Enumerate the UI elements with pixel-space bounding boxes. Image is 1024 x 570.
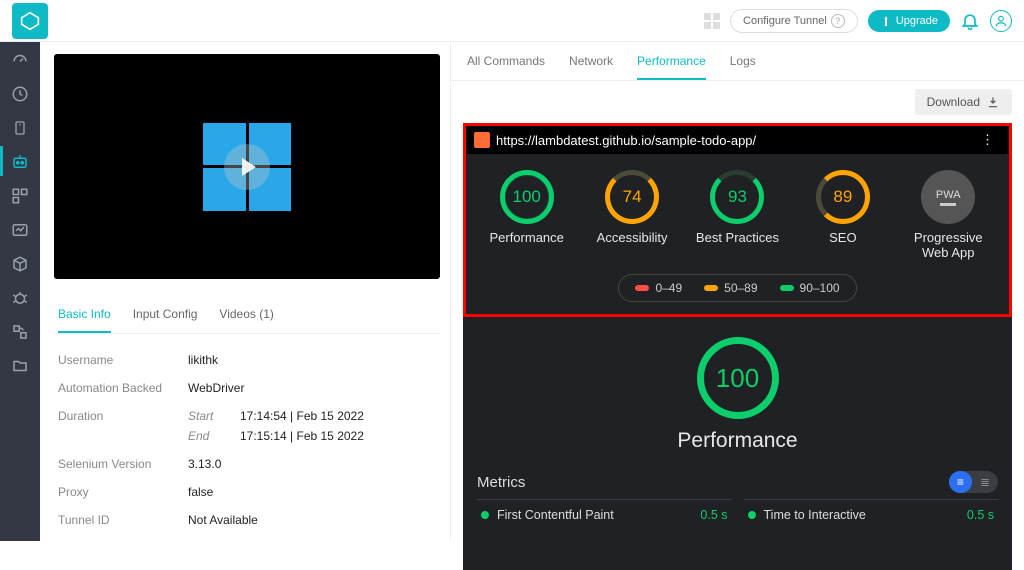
big-performance-score: 100 — [697, 337, 779, 419]
metric-tti: Time to Interactive 0.5 s — [744, 499, 999, 530]
more-menu-icon[interactable]: ⋮ — [975, 132, 1001, 148]
configure-tunnel-label: Configure Tunnel — [743, 15, 827, 27]
metric-tti-name: Time to Interactive — [764, 508, 866, 522]
analytics-icon[interactable] — [10, 220, 30, 240]
username-label: Username — [58, 353, 188, 367]
legend-green-icon — [780, 285, 794, 291]
duration-label: Duration — [58, 409, 188, 443]
report-url: https://lambdatest.github.io/sample-todo… — [496, 133, 756, 148]
tunnel-value: Not Available — [188, 513, 258, 527]
help-icon: ? — [831, 14, 845, 28]
accessibility-score: 74 — [605, 170, 659, 224]
upgrade-icon — [880, 15, 892, 27]
automation-icon[interactable] — [10, 152, 30, 172]
bug-icon[interactable] — [10, 288, 30, 308]
package-icon[interactable] — [10, 254, 30, 274]
performance-section: 100 Performance — [463, 337, 1012, 453]
status-dot-icon — [748, 511, 756, 519]
test-details-pane: Basic Info Input Config Videos (1) Usern… — [40, 42, 450, 541]
end-value: 17:15:14 | Feb 15 2022 — [240, 429, 364, 443]
play-button[interactable] — [224, 144, 270, 190]
metric-fcp-name: First Contentful Paint — [497, 508, 614, 522]
tab-videos[interactable]: Videos (1) — [219, 297, 273, 333]
selenium-label: Selenium Version — [58, 457, 188, 471]
upgrade-label: Upgrade — [896, 15, 938, 27]
tab-basic-info[interactable]: Basic Info — [58, 297, 111, 333]
gauge-pwa[interactable]: PWA Progressive Web App — [903, 170, 993, 260]
tab-logs[interactable]: Logs — [730, 54, 756, 80]
status-dot-icon — [481, 511, 489, 519]
download-label: Download — [927, 95, 980, 109]
report-pane: All Commands Network Performance Logs Do… — [450, 42, 1024, 541]
tab-performance[interactable]: Performance — [637, 54, 706, 80]
big-performance-label: Performance — [677, 429, 797, 453]
video-player[interactable] — [54, 54, 440, 279]
proxy-value: false — [188, 485, 213, 499]
score-legend: 0–49 50–89 90–100 — [618, 274, 856, 302]
gauge-accessibility[interactable]: 74 Accessibility — [587, 170, 677, 245]
selenium-value: 3.13.0 — [188, 457, 221, 471]
view-compact-icon[interactable]: ≡ — [949, 471, 972, 493]
metric-fcp-value: 0.5 s — [700, 508, 727, 522]
integrations-icon[interactable] — [10, 322, 30, 342]
play-icon — [242, 158, 256, 176]
best-practices-label: Best Practices — [696, 230, 779, 245]
start-value: 17:14:54 | Feb 15 2022 — [240, 409, 364, 423]
brand-logo[interactable] — [12, 3, 48, 39]
tunnel-label: Tunnel ID — [58, 513, 188, 527]
gauge-performance[interactable]: 100 Performance — [482, 170, 572, 245]
files-icon[interactable] — [10, 356, 30, 376]
gauge-seo[interactable]: 89 SEO — [798, 170, 888, 245]
metrics-heading: Metrics — [477, 474, 525, 491]
device-icon[interactable] — [10, 118, 30, 138]
username-value: likithk — [188, 353, 218, 367]
history-icon[interactable] — [10, 84, 30, 104]
report-url-bar: https://lambdatest.github.io/sample-todo… — [463, 123, 1012, 154]
builds-icon[interactable] — [10, 186, 30, 206]
view-expanded-icon[interactable]: ≣ — [972, 471, 998, 493]
metric-fcp: First Contentful Paint 0.5 s — [477, 499, 732, 530]
end-sublabel: End — [188, 429, 222, 443]
top-bar: Configure Tunnel ? Upgrade — [0, 0, 1024, 42]
metrics-view-toggle[interactable]: ≡ ≣ — [949, 471, 998, 493]
seo-label: SEO — [829, 230, 856, 245]
scores-summary: 100 Performance 74 Accessibility 93 Best… — [463, 154, 1012, 317]
legend-high: 90–100 — [800, 281, 840, 295]
seo-score: 89 — [816, 170, 870, 224]
tab-input-config[interactable]: Input Config — [133, 297, 198, 333]
automation-label: Automation Backed — [58, 381, 188, 395]
proxy-label: Proxy — [58, 485, 188, 499]
basic-info-table: Username likithk Automation Backed WebDr… — [54, 334, 440, 546]
accessibility-label: Accessibility — [597, 230, 668, 245]
upgrade-button[interactable]: Upgrade — [868, 10, 950, 32]
dashboard-icon[interactable] — [10, 50, 30, 70]
info-tabs: Basic Info Input Config Videos (1) — [54, 297, 440, 334]
notifications-icon[interactable] — [960, 11, 980, 31]
start-sublabel: Start — [188, 409, 222, 423]
pwa-badge-icon: PWA — [921, 170, 975, 224]
legend-low: 0–49 — [655, 281, 682, 295]
legend-orange-icon — [704, 285, 718, 291]
metric-tti-value: 0.5 s — [967, 508, 994, 522]
legend-red-icon — [635, 285, 649, 291]
automation-value: WebDriver — [188, 381, 244, 395]
performance-label: Performance — [489, 230, 563, 245]
download-button[interactable]: Download — [915, 89, 1012, 115]
performance-score: 100 — [500, 170, 554, 224]
user-avatar[interactable] — [990, 10, 1012, 32]
apps-grid-icon[interactable] — [704, 13, 720, 29]
tab-network[interactable]: Network — [569, 54, 613, 80]
pwa-label: Progressive Web App — [903, 230, 993, 260]
gauge-best-practices[interactable]: 93 Best Practices — [692, 170, 782, 245]
lighthouse-icon — [474, 132, 490, 148]
tab-all-commands[interactable]: All Commands — [467, 54, 545, 80]
download-icon — [986, 95, 1000, 109]
left-sidebar — [0, 42, 40, 541]
legend-mid: 50–89 — [724, 281, 757, 295]
configure-tunnel-button[interactable]: Configure Tunnel ? — [730, 9, 858, 33]
best-practices-score: 93 — [710, 170, 764, 224]
report-tabs: All Commands Network Performance Logs — [451, 42, 1024, 81]
